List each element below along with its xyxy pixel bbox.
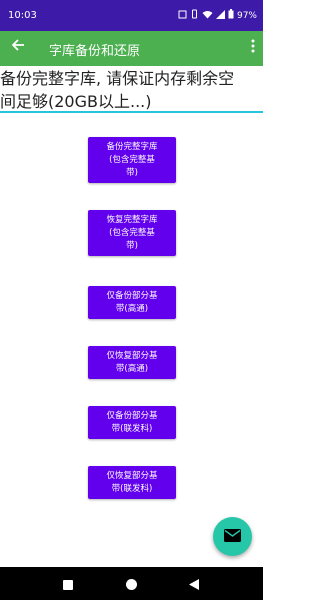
signal-icon — [215, 9, 225, 22]
status-time: 10:03 — [8, 10, 37, 21]
email-fab-button[interactable] — [213, 517, 252, 556]
notice-line-2: 间足够(20GB以上...) — [0, 92, 152, 111]
button-label: 带(高通) — [115, 303, 149, 314]
restore-partial-qualcomm-button[interactable]: 仅恢复部分基 带(高通) — [88, 346, 176, 379]
vibrate-icon — [190, 9, 199, 22]
home-icon[interactable] — [125, 576, 138, 595]
restore-partial-mediatek-button[interactable]: 仅恢复部分基 带(联发科) — [88, 466, 176, 499]
arrow-back-icon[interactable] — [10, 37, 26, 57]
button-label: 仅备份部分基 — [106, 410, 158, 421]
navigation-bar — [0, 567, 263, 600]
button-label: 带(联发科) — [111, 423, 153, 434]
button-label: (包含完整基 — [109, 227, 155, 238]
more-vert-icon[interactable] — [251, 39, 255, 57]
button-label: 带(高通) — [115, 363, 149, 374]
button-label: 仅恢复部分基 — [106, 470, 158, 481]
status-bar: 10:03 97% — [0, 0, 263, 31]
battery-icon — [228, 9, 234, 22]
button-label: (包含完整基 — [109, 154, 155, 165]
battery-level: 97% — [236, 10, 257, 21]
back-nav-icon[interactable] — [188, 576, 200, 595]
notice-text-field[interactable]: 备份完整字库, 请保证内存剩余空 间足够(20GB以上...) — [0, 66, 263, 113]
wifi-icon — [202, 10, 213, 22]
email-icon — [224, 527, 241, 546]
restore-full-button[interactable]: 恢复完整字库 (包含完整基 带) — [88, 210, 176, 256]
notification-icon — [178, 10, 187, 22]
button-label: 恢复完整字库 — [106, 214, 158, 225]
button-label: 备份完整字库 — [106, 141, 158, 152]
button-label: 仅恢复部分基 — [106, 350, 158, 361]
backup-partial-qualcomm-button[interactable]: 仅备份部分基 带(高通) — [88, 286, 176, 319]
app-bar: 字库备份和还原 — [0, 31, 263, 66]
button-label: 带(联发科) — [111, 483, 153, 494]
status-icons: 97% — [178, 9, 257, 22]
recents-icon[interactable] — [62, 576, 74, 595]
notice-line-1: 备份完整字库, 请保证内存剩余空 — [0, 69, 235, 88]
backup-full-button[interactable]: 备份完整字库 (包含完整基 带) — [88, 137, 176, 183]
button-label: 带) — [126, 167, 138, 178]
button-label: 带) — [126, 240, 138, 251]
page-title: 字库备份和还原 — [49, 44, 141, 59]
backup-partial-mediatek-button[interactable]: 仅备份部分基 带(联发科) — [88, 406, 176, 439]
button-label: 仅备份部分基 — [106, 290, 158, 301]
